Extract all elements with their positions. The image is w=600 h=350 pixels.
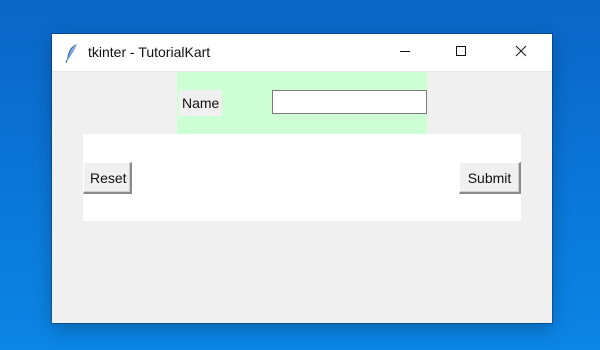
maximize-button[interactable] <box>438 34 484 72</box>
window-title: tkinter - TutorialKart <box>88 44 211 60</box>
client-area: Name Reset Submit <box>52 72 552 323</box>
name-frame: Name <box>177 72 427 134</box>
submit-button[interactable]: Submit <box>459 162 521 194</box>
maximize-icon <box>455 44 467 62</box>
button-frame: Reset Submit <box>83 134 521 221</box>
title-bar[interactable]: tkinter - TutorialKart <box>52 34 552 72</box>
name-input[interactable] <box>272 90 427 114</box>
reset-button[interactable]: Reset <box>83 162 132 194</box>
minimize-icon <box>399 44 411 62</box>
close-button[interactable] <box>498 34 544 72</box>
feather-icon <box>64 43 80 64</box>
close-icon <box>515 44 527 62</box>
name-label: Name <box>179 90 223 116</box>
app-window: tkinter - TutorialKart Name Reset Submit <box>52 34 552 323</box>
minimize-button[interactable] <box>382 34 428 72</box>
